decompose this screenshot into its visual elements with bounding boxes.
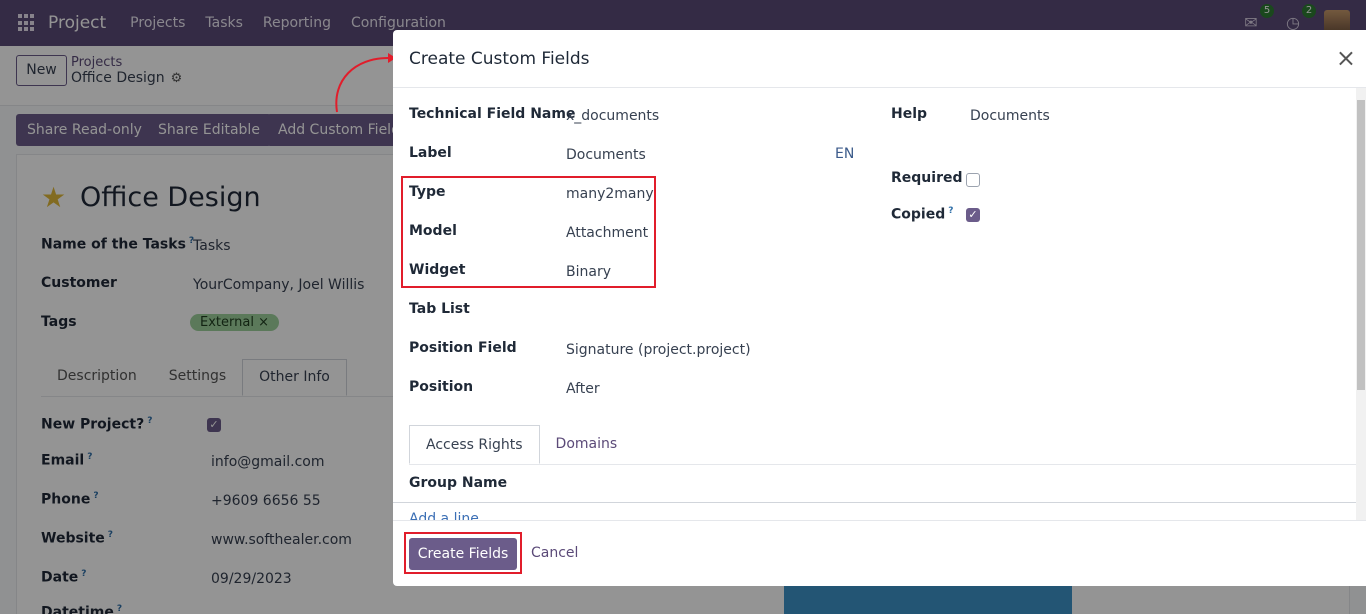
create-custom-fields-dialog: Create Custom Fields × Technical Field N… bbox=[393, 30, 1366, 586]
copied-checkbox[interactable]: ✓ bbox=[966, 208, 980, 222]
tab-access-rights[interactable]: Access Rights bbox=[409, 425, 540, 464]
label-field-label: Label bbox=[409, 145, 452, 161]
help-input[interactable]: Documents bbox=[970, 108, 1050, 124]
position-field-label: Position Field bbox=[409, 340, 517, 356]
position-select[interactable]: After bbox=[566, 381, 600, 397]
help-icon[interactable]: ? bbox=[948, 206, 953, 216]
help-label: Help bbox=[891, 106, 928, 122]
highlight-box-create-button bbox=[404, 532, 522, 574]
close-icon[interactable]: × bbox=[1336, 45, 1356, 71]
required-label: Required bbox=[891, 170, 963, 186]
dialog-header: Create Custom Fields × bbox=[393, 30, 1366, 88]
required-checkbox[interactable] bbox=[966, 173, 980, 187]
copied-label-text: Copied bbox=[891, 206, 946, 223]
tab-domains[interactable]: Domains bbox=[540, 425, 634, 464]
dialog-scrollbar-thumb[interactable] bbox=[1357, 100, 1365, 390]
grid-divider bbox=[393, 502, 1356, 503]
add-a-line-link[interactable]: Add a line bbox=[409, 511, 479, 520]
copied-label: Copied? bbox=[891, 206, 953, 223]
cancel-button[interactable]: Cancel bbox=[531, 545, 578, 561]
label-input[interactable]: Documents bbox=[566, 147, 646, 163]
highlight-box-field-type bbox=[401, 176, 656, 288]
dialog-tabs: Access Rights Domains bbox=[409, 425, 1366, 465]
position-field-select[interactable]: Signature (project.project) bbox=[566, 342, 751, 358]
group-name-column-header[interactable]: Group Name bbox=[409, 475, 507, 491]
dialog-body: Technical Field Name x_documents Label D… bbox=[393, 88, 1366, 520]
technical-field-name-input[interactable]: x_documents bbox=[566, 108, 659, 124]
dialog-footer: Create Fields Cancel bbox=[393, 520, 1366, 586]
tab-list-label: Tab List bbox=[409, 301, 470, 317]
language-toggle[interactable]: EN bbox=[835, 146, 854, 162]
dialog-title: Create Custom Fields bbox=[409, 49, 590, 69]
technical-field-name-label: Technical Field Name bbox=[409, 106, 576, 122]
annotation-arrow-icon bbox=[335, 53, 396, 113]
position-label: Position bbox=[409, 379, 474, 395]
